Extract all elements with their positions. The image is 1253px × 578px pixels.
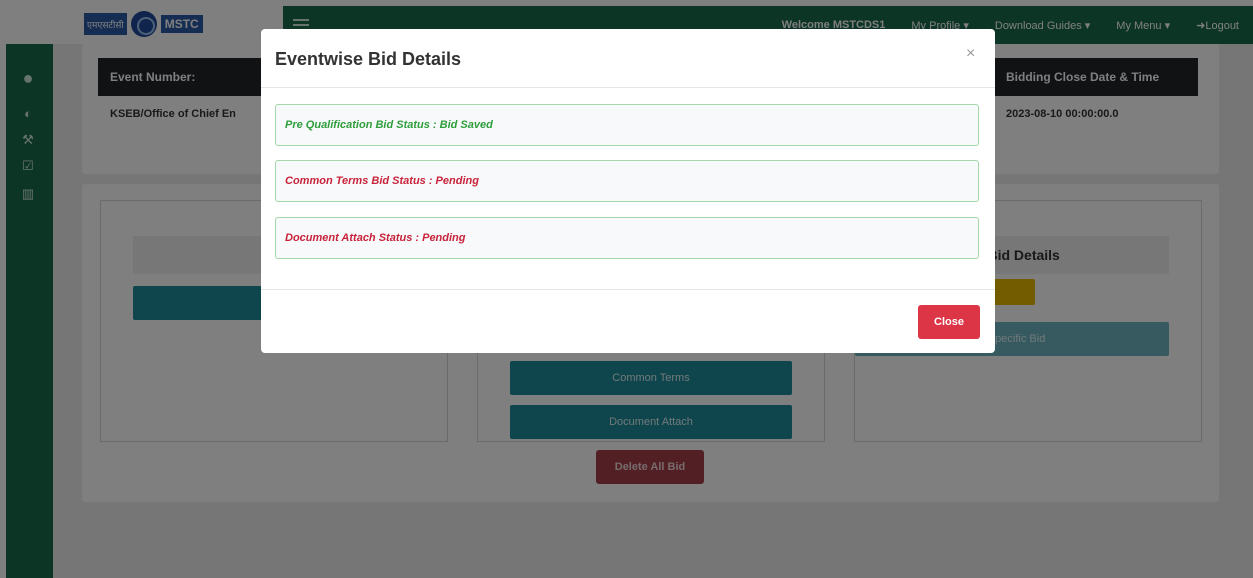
close-icon[interactable]: × xyxy=(966,45,975,63)
modal-footer: Close xyxy=(261,289,995,353)
modal-header: Eventwise Bid Details × xyxy=(261,29,995,88)
close-button[interactable]: Close xyxy=(918,305,980,339)
prequalification-status: Pre Qualification Bid Status : Bid Saved xyxy=(275,104,979,146)
modal-title: Eventwise Bid Details xyxy=(275,49,462,69)
eventwise-bid-details-modal: Eventwise Bid Details × Pre Qualificatio… xyxy=(261,29,995,353)
document-attach-status: Document Attach Status : Pending xyxy=(275,217,979,259)
common-terms-status: Common Terms Bid Status : Pending xyxy=(275,160,979,202)
